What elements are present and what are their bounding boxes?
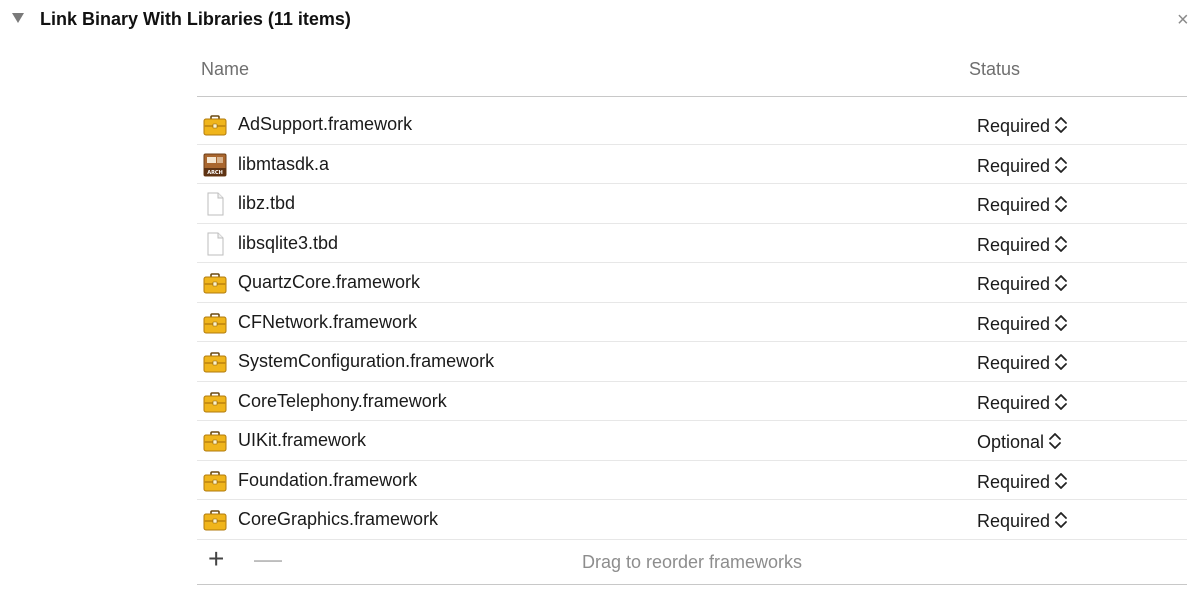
- drag-hint: Drag to reorder frameworks: [581, 551, 803, 572]
- status-popup[interactable]: Required: [977, 312, 1068, 335]
- column-header-status[interactable]: Status: [969, 59, 1020, 80]
- disclosure-triangle-icon[interactable]: [12, 13, 24, 23]
- up-down-chevron-icon[interactable]: [1050, 393, 1068, 413]
- table-row[interactable]: CoreTelephony.framework Required: [197, 382, 1187, 421]
- status-popup[interactable]: Required: [977, 114, 1068, 137]
- status-value: Required: [977, 155, 1051, 176]
- table-row[interactable]: Foundation.framework Required: [197, 461, 1187, 500]
- up-down-chevron-icon[interactable]: [1050, 274, 1068, 294]
- table-header: Name Status: [197, 50, 1187, 97]
- table-row[interactable]: QuartzCore.framework Required: [197, 263, 1187, 303]
- status-popup[interactable]: Required: [977, 272, 1068, 295]
- status-value: Optional: [977, 432, 1045, 452]
- status-value: Required: [977, 274, 1051, 294]
- toolbox-icon: [203, 113, 227, 137]
- close-icon[interactable]: ×: [1177, 8, 1189, 32]
- up-down-chevron-icon[interactable]: [1050, 314, 1068, 334]
- up-down-chevron-icon[interactable]: [1044, 432, 1062, 452]
- library-name: Foundation.framework: [238, 469, 418, 490]
- status-popup[interactable]: Optional: [977, 430, 1062, 453]
- table-row[interactable]: ARCH libmtasdk.a Required: [197, 145, 1187, 184]
- document-icon: [203, 192, 227, 216]
- library-name: CFNetwork.framework: [238, 311, 418, 332]
- status-value: Required: [977, 313, 1051, 334]
- toolbox-icon: [203, 508, 227, 532]
- table-row[interactable]: CFNetwork.framework Required: [197, 303, 1187, 342]
- section-title: Link Binary With Libraries (11 items): [40, 9, 351, 29]
- status-value: Required: [977, 234, 1051, 255]
- up-down-chevron-icon[interactable]: [1050, 353, 1068, 373]
- column-header-name[interactable]: Name: [201, 59, 249, 80]
- status-popup[interactable]: Required: [977, 193, 1068, 216]
- toolbox-icon: [203, 469, 227, 493]
- table-footer: + — Drag to reorder frameworks: [197, 540, 1187, 585]
- toolbox-icon: [203, 429, 227, 453]
- status-value: Required: [977, 195, 1051, 215]
- status-popup[interactable]: Required: [977, 391, 1068, 414]
- up-down-chevron-icon[interactable]: [1050, 235, 1068, 255]
- library-name: QuartzCore.framework: [238, 272, 421, 292]
- table-row[interactable]: libsqlite3.tbd Required: [197, 224, 1187, 263]
- table-row[interactable]: AdSupport.framework Required: [197, 105, 1187, 145]
- library-name: libsqlite3.tbd: [238, 232, 339, 253]
- up-down-chevron-icon[interactable]: [1050, 472, 1068, 492]
- toolbox-icon: [203, 350, 227, 374]
- status-popup[interactable]: Required: [977, 154, 1068, 177]
- document-icon: [203, 232, 227, 256]
- up-down-chevron-icon[interactable]: [1050, 156, 1068, 176]
- status-popup[interactable]: Required: [977, 233, 1068, 256]
- toolbox-icon: [203, 390, 227, 414]
- table-row[interactable]: CoreGraphics.framework Required: [197, 500, 1187, 540]
- library-name: CoreGraphics.framework: [238, 509, 439, 529]
- library-name: libmtasdk.a: [238, 153, 330, 174]
- table-row[interactable]: libz.tbd Required: [197, 184, 1187, 224]
- library-name: CoreTelephony.framework: [238, 390, 447, 411]
- library-name: AdSupport.framework: [238, 114, 413, 134]
- library-name: SystemConfiguration.framework: [238, 351, 495, 371]
- status-value: Required: [977, 392, 1051, 413]
- up-down-chevron-icon[interactable]: [1050, 195, 1068, 215]
- toolbox-icon: [203, 271, 227, 295]
- table-row[interactable]: SystemConfiguration.framework Required: [197, 342, 1187, 382]
- status-popup[interactable]: Required: [977, 351, 1068, 374]
- status-popup[interactable]: Required: [977, 470, 1068, 493]
- status-value: Required: [977, 353, 1051, 373]
- status-popup[interactable]: Required: [977, 509, 1068, 532]
- libraries-list: AdSupport.framework Required ARCH libmtasdk…: [197, 105, 1187, 540]
- toolbox-icon: [203, 311, 227, 335]
- status-value: Required: [977, 511, 1051, 531]
- status-value: Required: [977, 116, 1051, 136]
- up-down-chevron-icon[interactable]: [1050, 511, 1068, 531]
- libraries-table: Name Status AdSupport.framework Required A…: [197, 50, 1187, 585]
- svg-text:ARCH: ARCH: [207, 170, 223, 176]
- up-down-chevron-icon[interactable]: [1050, 116, 1068, 136]
- build-phase-header: Link Binary With Libraries (11 items) ×: [0, 0, 1200, 40]
- status-value: Required: [977, 471, 1051, 492]
- archive-icon: ARCH: [203, 153, 227, 177]
- library-name: libz.tbd: [238, 193, 296, 213]
- library-name: UIKit.framework: [238, 430, 367, 450]
- table-row[interactable]: UIKit.framework Optional: [197, 421, 1187, 461]
